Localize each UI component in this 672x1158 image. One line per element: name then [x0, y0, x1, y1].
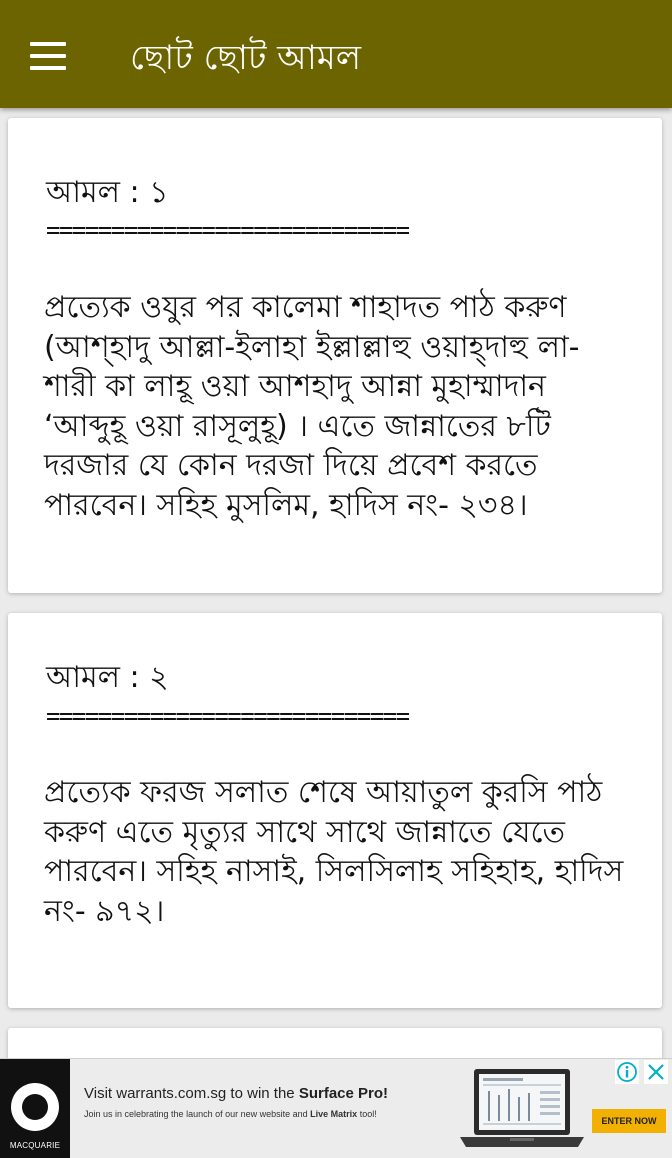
app-bar: ছোট ছোট আমল: [0, 0, 672, 108]
amal-card-2: আমল : ২ ============================ প্র…: [8, 613, 662, 1008]
ad-headline-text: Visit warrants.com.sg to win the: [84, 1085, 299, 1102]
ad-headline-bold: Surface Pro!: [298, 1085, 389, 1102]
card-separator: ============================: [46, 702, 410, 730]
card-body: প্রত্যেক ফরজ সলাত শেষে আয়াতুল কুরসি পাঠ…: [44, 775, 624, 929]
banner-ad[interactable]: MACQUARIE Visit warrants.com.sg to win t…: [0, 1058, 672, 1158]
amal-card-1: আমল : ১ ============================ প্র…: [8, 118, 662, 593]
close-icon[interactable]: [644, 1060, 668, 1084]
logo-mark-icon: [11, 1083, 59, 1131]
amal-card-3: [8, 1028, 662, 1058]
ad-subtext: Join us in celebrating the launch of our…: [84, 1109, 377, 1119]
card-body: প্রত্যেক ওযুর পর কালেমা শাহাদত পাঠ করুণ …: [44, 290, 580, 523]
ad-headline[interactable]: Visit warrants.com.sg to win the Surface…: [84, 1085, 388, 1102]
app-title: ছোট ছোট আমল: [130, 38, 362, 78]
ad-sub-suffix: tool!: [357, 1109, 377, 1119]
advertiser-logo: MACQUARIE: [0, 1059, 70, 1158]
logo-text: MACQUARIE: [9, 1141, 61, 1150]
enter-now-button[interactable]: ENTER NOW: [592, 1109, 666, 1133]
content-list[interactable]: আমল : ১ ============================ প্র…: [0, 108, 672, 1058]
card-separator: ============================: [46, 216, 410, 244]
ad-sub-bold: Live Matrix: [310, 1109, 358, 1119]
ad-sub-text: Join us in celebrating the launch of our…: [84, 1109, 311, 1119]
laptop-image: [460, 1069, 584, 1147]
card-title: আমল : ২: [46, 660, 169, 695]
info-icon[interactable]: [615, 1060, 639, 1084]
hamburger-menu-icon[interactable]: [30, 42, 66, 70]
card-title: আমল : ১: [46, 175, 169, 210]
